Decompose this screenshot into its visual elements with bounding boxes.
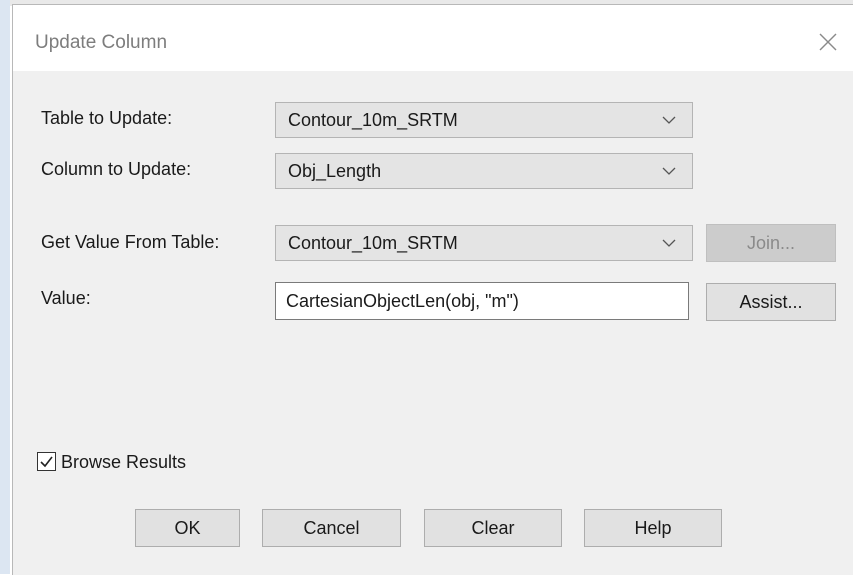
update-column-dialog: Update Column Table to Update: Contour_1… bbox=[12, 4, 853, 575]
column-to-update-label: Column to Update: bbox=[41, 159, 192, 179]
chevron-down-icon bbox=[662, 116, 676, 124]
assist-button[interactable]: Assist... bbox=[706, 283, 836, 321]
value-expression-text: CartesianObjectLen(obj, "m") bbox=[286, 291, 519, 311]
clear-button[interactable]: Clear bbox=[424, 509, 562, 547]
title-bar[interactable]: Update Column bbox=[13, 5, 853, 71]
value-expression-input[interactable]: CartesianObjectLen(obj, "m") bbox=[275, 282, 689, 320]
ok-button[interactable]: OK bbox=[135, 509, 240, 547]
cancel-button[interactable]: Cancel bbox=[262, 509, 401, 547]
chevron-down-icon bbox=[662, 167, 676, 175]
window-title: Update Column bbox=[35, 32, 168, 53]
chevron-down-icon bbox=[662, 239, 676, 247]
table-to-update-value: Contour_10m_SRTM bbox=[288, 110, 458, 130]
table-to-update-select[interactable]: Contour_10m_SRTM bbox=[275, 102, 693, 138]
column-to-update-value: Obj_Length bbox=[288, 161, 382, 181]
browse-results-label[interactable]: Browse Results bbox=[61, 452, 186, 473]
table-to-update-label: Table to Update: bbox=[41, 108, 173, 128]
close-icon[interactable] bbox=[817, 31, 839, 53]
checkmark-icon bbox=[40, 456, 53, 468]
value-label: Value: bbox=[41, 288, 91, 308]
column-to-update-select[interactable]: Obj_Length bbox=[275, 153, 693, 189]
browse-results-checkbox[interactable] bbox=[37, 452, 56, 471]
join-button[interactable]: Join... bbox=[706, 224, 836, 262]
get-value-from-table-label: Get Value From Table: bbox=[41, 232, 220, 252]
get-value-from-table-value: Contour_10m_SRTM bbox=[288, 233, 458, 253]
help-button[interactable]: Help bbox=[584, 509, 722, 547]
background-window-edge bbox=[0, 0, 10, 574]
get-value-from-table-select[interactable]: Contour_10m_SRTM bbox=[275, 225, 693, 261]
